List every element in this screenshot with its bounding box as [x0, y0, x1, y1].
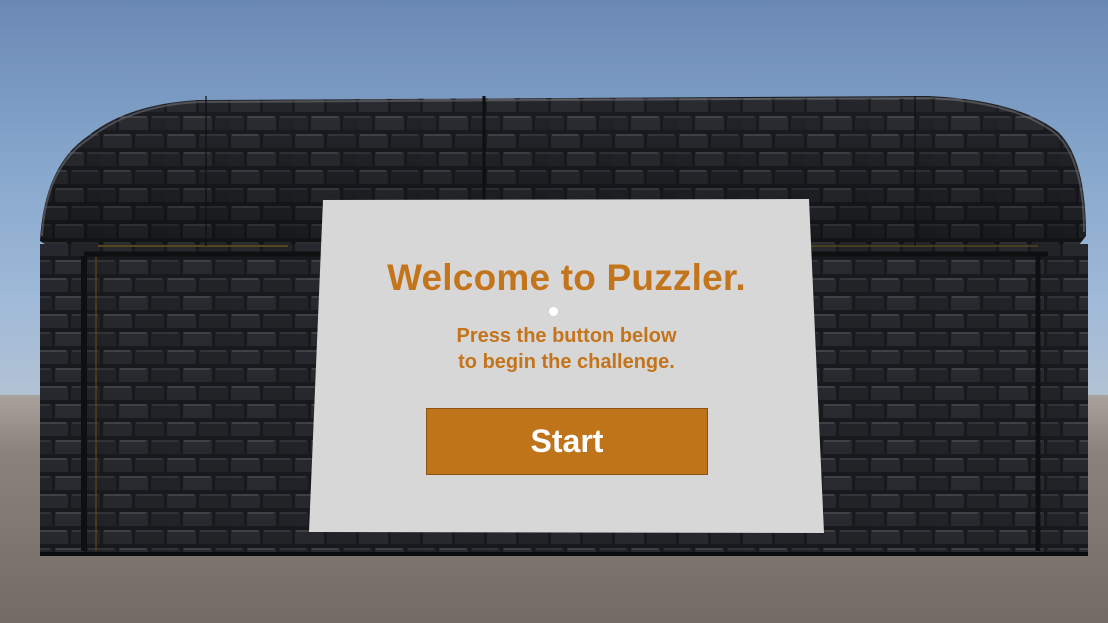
start-button[interactable]: Start	[426, 408, 708, 475]
instructions-text: Press the button below to begin the chal…	[309, 323, 824, 375]
game-scene: Welcome to Puzzler. Press the button bel…	[0, 0, 1108, 623]
welcome-panel: Welcome to Puzzler. Press the button bel…	[309, 199, 824, 533]
welcome-title: Welcome to Puzzler.	[387, 257, 746, 298]
instructions-line-2: to begin the challenge.	[458, 351, 675, 373]
instructions-line-1: Press the button below	[456, 325, 677, 347]
crosshair-reticle-icon	[549, 307, 558, 316]
start-button-label: Start	[530, 423, 604, 459]
